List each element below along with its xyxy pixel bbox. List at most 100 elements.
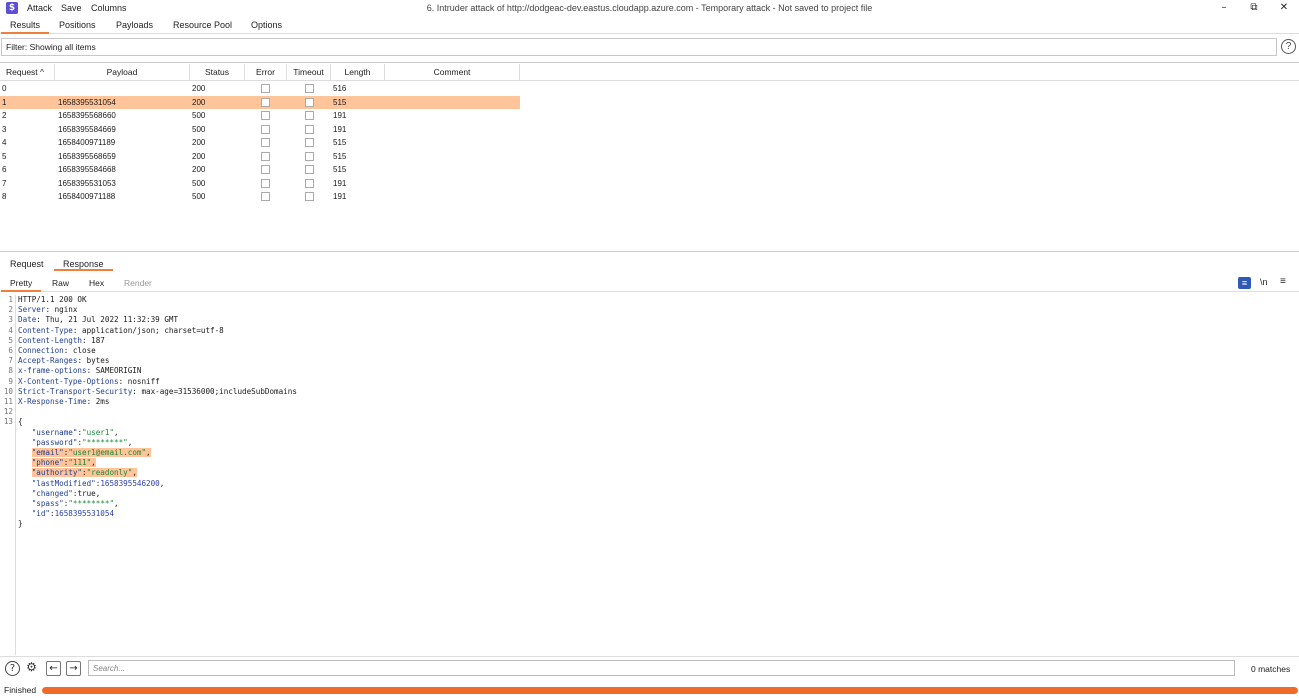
cell-status: 200 [192,151,206,161]
view-tab-bar: Pretty Raw Hex Render [0,276,1299,292]
cell-status: 200 [192,165,206,174]
line-number [0,519,13,529]
line-number: 2 [8,305,13,315]
code-line: X-Response-Time: 2ms [18,397,110,406]
tab-hex[interactable]: Hex [80,276,113,292]
table-row[interactable]: 6 1658395584668 200 515 [0,163,520,177]
json-key: "lastModified" [31,478,96,488]
show-newlines-icon[interactable]: \n [1260,277,1268,287]
response-editor[interactable]: 1 HTTP/1.1 200 OK 2 Server: nginx 3 Date: Thu… [0,295,1299,655]
tab-render[interactable]: Render [115,276,161,292]
menu-columns[interactable]: Columns [91,3,127,13]
table-row[interactable]: 8 1658400971188 500 191 [0,190,520,204]
cell-status: 500 [192,111,206,120]
cell-status: 200 [192,84,206,93]
json-field: "password":"********", [31,437,133,447]
tab-payloads[interactable]: Payloads [107,17,162,34]
table-row[interactable]: 7 1658395531053 500 191 [0,177,520,191]
cell-request: 5 [2,151,7,161]
line-number: 13 [3,417,13,427]
header-name: Content-Type [18,325,73,335]
header-name: x-frame-options [18,366,87,376]
json-value: "user1@email.com" [68,448,147,457]
tab-response[interactable]: Response [54,257,113,271]
title-bar: $ Attack Save Columns 6. Intruder attack… [0,0,1299,17]
line-number: 10 [3,386,13,396]
help-icon[interactable]: ? [1281,39,1296,54]
json-key: "username" [31,427,78,437]
menu-save[interactable]: Save [61,3,82,13]
line-number [0,489,13,499]
previous-match-button[interactable]: ← [46,661,61,676]
column-header-payload[interactable]: Payload [55,64,190,81]
column-header-request[interactable]: Request ^ [0,64,55,81]
tab-request[interactable]: Request [1,257,53,271]
line-number: 5 [8,335,13,345]
line-number: 9 [8,376,13,386]
header-value: nosniff [123,376,160,386]
header-value: nginx [50,305,78,315]
tab-raw[interactable]: Raw [43,276,78,292]
tab-positions[interactable]: Positions [50,17,105,34]
header-value: application/json; charset=utf-8 [77,325,224,335]
line-number: 7 [8,356,13,366]
menu-attack[interactable]: Attack [27,3,52,13]
code-line: Server: nginx [18,305,78,315]
column-header-length[interactable]: Length [331,64,385,81]
tab-resource-pool[interactable]: Resource Pool [164,17,241,34]
tab-options[interactable]: Options [242,17,291,34]
header-value: max-age=31536000;includeSubDomains [136,386,297,396]
error-checkbox [261,84,270,93]
line-number: 1 [8,295,13,304]
line-number [0,438,13,448]
search-input[interactable] [88,660,1235,676]
code-line: "authority":"readonly", [18,468,137,478]
column-header-comment[interactable]: Comment [385,64,520,81]
gear-icon[interactable]: ⚙ [24,661,39,676]
help-icon[interactable]: ? [5,661,20,676]
line-number: 11 [3,397,13,406]
maximize-icon[interactable]: ⧉ [1239,0,1269,17]
filter-bar[interactable]: Filter: Showing all items [1,38,1277,56]
line-number [0,458,13,468]
cell-status: 200 [192,138,206,147]
timeout-checkbox [305,111,314,120]
hamburger-menu-icon[interactable]: ≡ [1280,276,1286,287]
tab-results[interactable]: Results [1,17,50,34]
code-line: "email":"user1@email.com", [18,448,151,458]
close-icon[interactable]: ✕ [1269,0,1299,17]
line-number: 4 [8,325,13,335]
next-match-button[interactable]: → [66,661,81,676]
timeout-checkbox [305,97,314,107]
json-value: 1658395546200 [100,478,160,488]
table-row[interactable]: 2 1658395568660 500 191 [0,109,520,123]
error-checkbox [261,178,270,188]
cell-payload: 1658395568660 [58,111,116,120]
highlighted-field: "email":"user1@email.com", [31,448,151,457]
header-name: Connection [18,346,64,355]
code-line: { [18,417,23,427]
column-header-error[interactable]: Error [245,64,287,81]
cell-payload: 1658395584668 [58,165,116,174]
cell-request: 2 [2,111,7,120]
table-row[interactable]: 3 1658395584669 500 191 [0,123,520,137]
cell-length: 515 [333,165,347,174]
table-row[interactable]: 4 1658400971189 200 515 [0,136,520,150]
search-bar: ? ⚙ ← → 0 matches [0,656,1299,680]
table-row[interactable]: 1 1658395531054 200 515 [0,95,520,109]
minimize-icon[interactable]: – [1209,0,1239,17]
timeout-checkbox [305,151,314,161]
column-header-timeout[interactable]: Timeout [287,64,331,81]
table-row[interactable]: 5 1658395568659 200 515 [0,150,520,164]
timeout-checkbox [305,165,314,174]
cell-payload: 1658400971189 [58,138,116,147]
wrap-lines-icon[interactable]: ≡ [1238,277,1251,289]
json-key: "password" [31,437,78,447]
tab-pretty[interactable]: Pretty [1,276,42,292]
header-name: X-Response-Time [18,397,87,406]
table-row[interactable]: 0 200 516 [0,82,520,96]
header-name: X-Content-Type-Options [18,376,119,386]
cell-status: 500 [192,192,206,201]
code-line: HTTP/1.1 200 OK [18,295,87,305]
column-header-status[interactable]: Status [190,64,245,81]
